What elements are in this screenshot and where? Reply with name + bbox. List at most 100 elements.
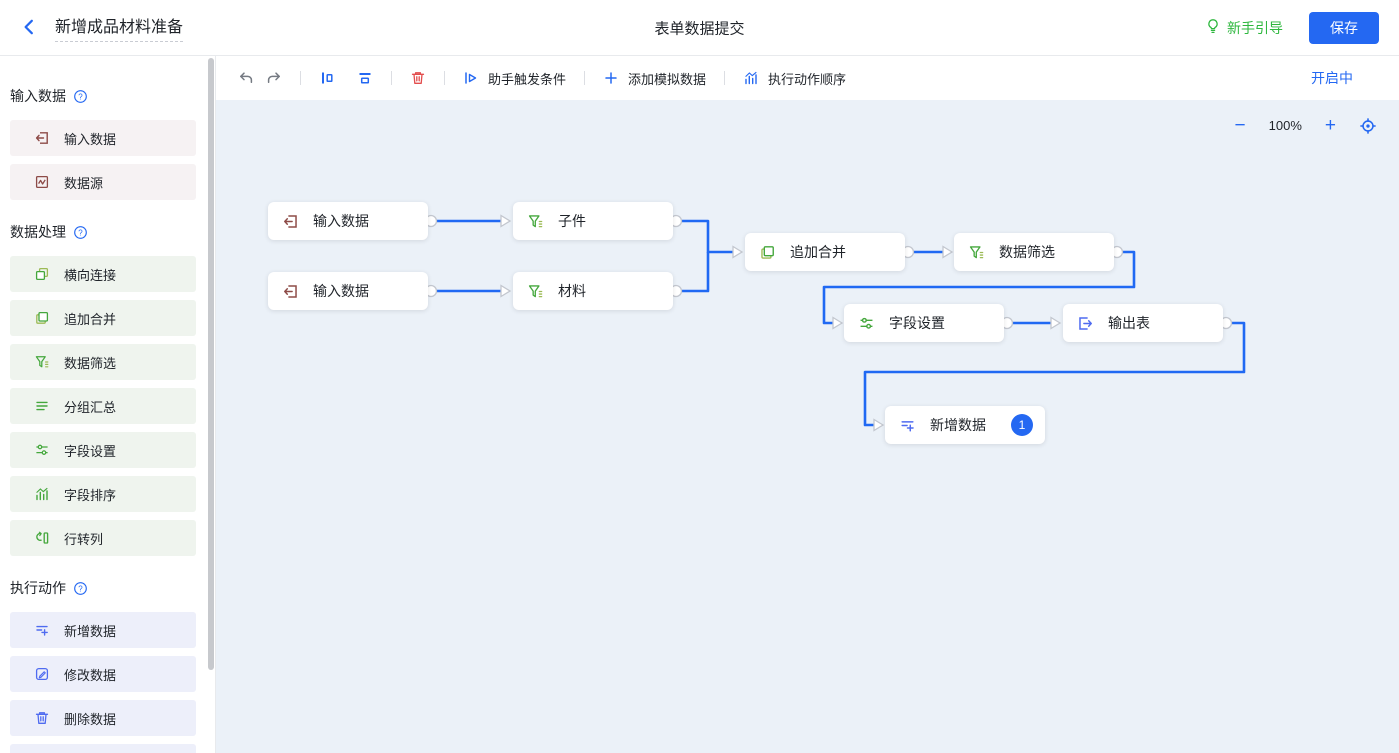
action-order-label: 执行动作顺序 xyxy=(768,71,847,87)
connection-line[interactable] xyxy=(676,219,740,254)
connection-arrow xyxy=(873,418,885,432)
sidebar-item-label: 追加合并 xyxy=(64,311,117,327)
align-vertical-icon xyxy=(357,70,373,86)
action-order-button[interactable]: 执行动作顺序 xyxy=(737,64,852,93)
output-table-icon xyxy=(1077,315,1094,332)
guide-label: 新手引导 xyxy=(1227,19,1283,36)
connection-arrow xyxy=(500,214,512,228)
sidebar-item[interactable]: 数据筛选 xyxy=(10,344,196,380)
back-button[interactable] xyxy=(20,18,40,38)
sidebar-item-label: 输入数据 xyxy=(64,131,117,147)
bulb-icon xyxy=(1205,18,1221,37)
filter-icon xyxy=(527,213,544,230)
workflow-node[interactable]: 字段设置 xyxy=(844,304,1004,342)
toolbar-divider xyxy=(584,71,586,85)
connections-layer xyxy=(424,214,1246,432)
top-bar-right: 新手引导 保存 xyxy=(1205,11,1379,44)
sidebar-section-title: 数据处理? xyxy=(10,222,215,242)
sidebar-item[interactable]: 字段设置 xyxy=(10,432,196,468)
section-title-label: 输入数据 xyxy=(10,88,66,104)
beginner-guide-link[interactable]: 新手引导 xyxy=(1205,18,1283,38)
edit-data-icon xyxy=(34,666,50,682)
node-badge: 1 xyxy=(1011,414,1033,436)
sidebar-item[interactable]: 新增数据 xyxy=(10,612,196,648)
sidebar-item[interactable]: 分组汇总 xyxy=(10,388,196,424)
filter-icon xyxy=(968,244,985,261)
back-chevron-icon xyxy=(20,18,38,38)
svg-text:?: ? xyxy=(78,584,83,593)
connection-arrow xyxy=(1050,316,1062,330)
delete-button[interactable] xyxy=(404,65,432,91)
workflow-node[interactable]: 输入数据 xyxy=(268,202,428,240)
sidebar-item[interactable]: 字段排序 xyxy=(10,476,196,512)
sidebar-item[interactable]: 行转列 xyxy=(10,520,196,556)
field-settings-icon xyxy=(858,315,875,332)
plus-icon xyxy=(603,70,619,86)
sidebar-item-label: 数据源 xyxy=(64,175,104,191)
canvas-toolbar: 助手触发条件 添加模拟数据 执行动作顺序 开启中 xyxy=(216,56,1399,100)
question-circle-icon[interactable]: ? xyxy=(73,225,88,240)
zoom-controls: − 100% + xyxy=(1235,116,1377,135)
page-title: 表单数据提交 xyxy=(654,20,745,37)
redo-icon xyxy=(266,70,282,86)
sidebar-item[interactable]: 追加合并 xyxy=(10,300,196,336)
trigger-condition-label: 助手触发条件 xyxy=(488,71,567,87)
append-merge-icon xyxy=(759,244,776,261)
toolbar-divider xyxy=(300,71,301,85)
toolbar-divider xyxy=(724,71,726,85)
zoom-out-button[interactable]: − xyxy=(1235,116,1246,135)
append-merge-icon xyxy=(34,310,50,326)
align-horizontal-icon xyxy=(319,70,335,86)
join-icon xyxy=(34,266,50,282)
workflow-node[interactable]: 子件 xyxy=(513,202,673,240)
svg-text:?: ? xyxy=(78,92,83,101)
order-chart-icon xyxy=(743,70,759,86)
sidebar-item[interactable]: 删除数据 xyxy=(10,700,196,736)
workflow-node[interactable]: 数据筛选 xyxy=(954,233,1114,271)
connection-arrow xyxy=(732,245,744,259)
workflow-title[interactable]: 新增成品材料准备 xyxy=(55,13,184,42)
undo-button[interactable] xyxy=(232,65,260,91)
locate-icon[interactable] xyxy=(1359,117,1377,135)
connection-line[interactable] xyxy=(676,252,710,293)
section-title-label: 执行动作 xyxy=(10,580,66,596)
question-circle-icon[interactable]: ? xyxy=(73,581,88,596)
zoom-in-button[interactable]: + xyxy=(1325,116,1336,135)
sidebar-item[interactable]: 横向连接 xyxy=(10,256,196,292)
sidebar-item-label: 行转列 xyxy=(64,531,104,547)
sidebar-item-label: 新增数据 xyxy=(64,623,117,639)
row-to-col-icon xyxy=(34,530,50,546)
align-horizontal-button[interactable] xyxy=(313,65,341,91)
trigger-condition-button[interactable]: 助手触发条件 xyxy=(457,64,572,93)
redo-button[interactable] xyxy=(260,65,288,91)
sidebar-item-label: 横向连接 xyxy=(64,267,117,283)
sidebar-section-title: 执行动作? xyxy=(10,578,215,598)
group-summary-icon xyxy=(34,398,50,414)
sidebar-scrollbar[interactable] xyxy=(208,58,214,670)
node-label: 字段设置 xyxy=(889,315,945,331)
workflow-node[interactable]: 追加合并 xyxy=(745,233,905,271)
workflow-status[interactable]: 开启中 xyxy=(1311,68,1353,88)
workflow-node[interactable]: 新增数据 1 xyxy=(885,406,1045,444)
connection-arrow xyxy=(942,245,954,259)
workflow-node[interactable]: 输入数据 xyxy=(268,272,428,310)
align-vertical-button[interactable] xyxy=(351,65,379,91)
sidebar-item[interactable]: 输入数据 xyxy=(10,120,196,156)
connection-arrow xyxy=(832,316,844,330)
save-button[interactable]: 保存 xyxy=(1309,11,1379,44)
workflow-node[interactable]: 材料 xyxy=(513,272,673,310)
sidebar-item-label: 分组汇总 xyxy=(64,399,117,415)
play-trigger-icon xyxy=(463,70,479,86)
sidebar-item[interactable]: 数据源 xyxy=(10,164,196,200)
undo-icon xyxy=(238,70,254,86)
node-palette-sidebar: 输入数据? 输入数据数据源数据处理? 横向连接追加合并数据筛选分组汇总字段设置字段排… xyxy=(0,56,216,753)
sidebar-item[interactable]: 消息推送 xyxy=(10,744,196,753)
toolbar-divider xyxy=(444,71,445,85)
workflow-canvas[interactable]: 输入数据 子件 输入数据 材料 追加合并 数据筛选 字段设置 输出表 新增数据 1 − 100% … xyxy=(216,100,1399,753)
connection-arrow xyxy=(500,284,512,298)
node-label: 输出表 xyxy=(1108,315,1150,331)
sidebar-item[interactable]: 修改数据 xyxy=(10,656,196,692)
add-mock-data-button[interactable]: 添加模拟数据 xyxy=(597,64,712,93)
question-circle-icon[interactable]: ? xyxy=(73,89,88,104)
workflow-node[interactable]: 输出表 xyxy=(1063,304,1223,342)
